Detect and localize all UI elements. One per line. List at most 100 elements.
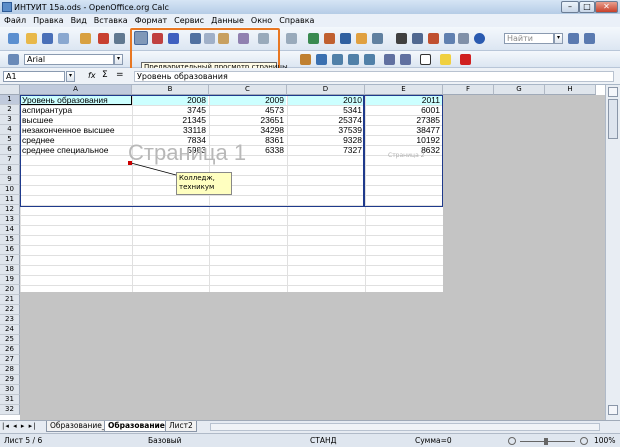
row-header-7[interactable]: 7 [0,155,20,165]
edit-file-icon[interactable] [80,33,91,44]
row-header-15[interactable]: 15 [0,235,20,245]
maximize-button[interactable]: □ [579,1,595,13]
row-header-12[interactable]: 12 [0,205,20,215]
sort-desc-icon[interactable] [340,33,351,44]
row-header-14[interactable]: 14 [0,225,20,235]
spreadsheet-grid[interactable]: ABCDEFGH 1 2 3 4 5 6 7 8 9 10 11 12 13 14 15 16 17 18 19 20… [0,85,605,420]
insert-mode[interactable]: СТАНД [310,436,336,445]
save-icon[interactable] [42,33,53,44]
find-next-icon[interactable] [568,33,579,44]
select-all-corner[interactable] [0,85,20,95]
menu-data[interactable]: Данные [211,16,244,25]
column-header-b[interactable]: B [132,85,209,95]
row-header-9[interactable]: 9 [0,175,20,185]
currency-icon[interactable] [300,54,311,65]
row-header-18[interactable]: 18 [0,265,20,275]
sum-icon[interactable]: Σ [102,70,108,80]
hyperlink-icon[interactable] [308,33,319,44]
column-header-e[interactable]: E [365,85,443,95]
increase-indent-icon[interactable] [400,54,411,65]
row-header-30[interactable]: 30 [0,385,20,395]
add-decimal-icon[interactable] [348,54,359,65]
column-header-h[interactable]: H [545,85,596,95]
scroll-up-button[interactable] [608,87,618,97]
scroll-thumb[interactable] [608,99,618,139]
row-header-17[interactable]: 17 [0,255,20,265]
menu-help[interactable]: Справка [279,16,314,25]
scroll-down-button[interactable] [608,405,618,415]
row-header-19[interactable]: 19 [0,275,20,285]
name-box-dropdown[interactable]: ▾ [66,71,75,82]
function-icon[interactable]: = [116,70,124,80]
formula-input[interactable]: Уровень образования [134,71,614,82]
menu-format[interactable]: Формат [135,16,167,25]
row-header-8[interactable]: 8 [0,165,20,175]
column-header-d[interactable]: D [287,85,365,95]
zoom-level[interactable]: 100% [594,436,615,445]
column-header-f[interactable]: F [443,85,494,95]
find-field[interactable]: Найти [504,33,554,44]
font-color-icon[interactable] [460,54,471,65]
minimize-button[interactable]: – [561,1,579,13]
open-icon[interactable] [26,33,37,44]
comment-indicator[interactable] [128,161,132,165]
email-icon[interactable] [58,33,69,44]
row-header-25[interactable]: 25 [0,335,20,345]
decrease-indent-icon[interactable] [384,54,395,65]
number-format-icon[interactable] [332,54,343,65]
row-header-6[interactable]: 6 [0,145,20,155]
row-header-16[interactable]: 16 [0,245,20,255]
sort-asc-icon[interactable] [324,33,335,44]
redo-icon[interactable] [286,33,297,44]
vertical-scrollbar[interactable] [605,85,620,420]
row-header-5[interactable]: 5 [0,135,20,145]
menu-edit[interactable]: Правка [33,16,63,25]
export-pdf-icon[interactable] [98,33,109,44]
zoom-icon[interactable] [458,33,469,44]
help-icon[interactable] [474,33,485,44]
row-header-32[interactable]: 32 [0,405,20,415]
chart-icon[interactable] [356,33,367,44]
row-header-31[interactable]: 31 [0,395,20,405]
close-button[interactable]: ✕ [595,1,618,13]
row-header-29[interactable]: 29 [0,375,20,385]
menu-tools[interactable]: Сервис [174,16,204,25]
row-header-1[interactable]: 1 [0,95,20,105]
row-header-2[interactable]: 2 [0,105,20,115]
find-dropdown[interactable]: ▾ [554,33,563,44]
row-header-26[interactable]: 26 [0,345,20,355]
print-icon[interactable] [114,33,125,44]
sheet-tab-3[interactable]: Лист2 [165,421,197,432]
row-header-4[interactable]: 4 [0,125,20,135]
column-header-g[interactable]: G [494,85,545,95]
row-header-23[interactable]: 23 [0,315,20,325]
row-header-10[interactable]: 10 [0,185,20,195]
row-header-11[interactable]: 11 [0,195,20,205]
find-prev-icon[interactable] [584,33,595,44]
row-header-21[interactable]: 21 [0,295,20,305]
row-header-28[interactable]: 28 [0,365,20,375]
gallery-icon[interactable] [428,33,439,44]
styles-icon[interactable] [8,54,19,65]
row-header-20[interactable]: 20 [0,285,20,295]
menu-insert[interactable]: Вставка [94,16,128,25]
zoom-in-icon[interactable] [580,437,588,445]
new-icon[interactable] [8,33,19,44]
row-header-22[interactable]: 22 [0,305,20,315]
find-icon[interactable] [396,33,407,44]
menu-view[interactable]: Вид [71,16,87,25]
borders-icon[interactable] [420,54,431,65]
font-name-dropdown[interactable]: ▾ [114,54,123,65]
pivot-table-icon[interactable] [372,33,383,44]
horizontal-scrollbar[interactable] [210,423,600,431]
column-header-c[interactable]: C [209,85,287,95]
column-header-a[interactable]: A [20,85,132,95]
row-header-24[interactable]: 24 [0,325,20,335]
zoom-out-icon[interactable] [508,437,516,445]
font-name-field[interactable]: Arial [24,54,114,65]
percent-icon[interactable] [316,54,327,65]
background-color-icon[interactable] [440,54,451,65]
function-wizard-icon[interactable]: fx [88,71,96,80]
row-header-13[interactable]: 13 [0,215,20,225]
delete-decimal-icon[interactable] [364,54,375,65]
